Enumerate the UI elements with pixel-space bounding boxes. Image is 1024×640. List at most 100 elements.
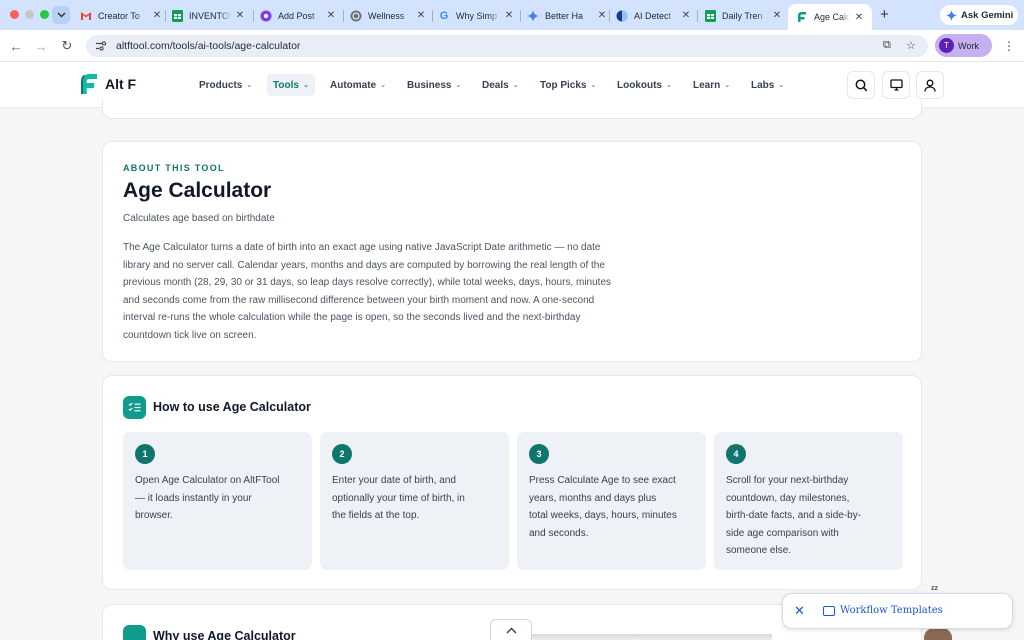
browser-tab[interactable]: Wellness ✕: [350, 5, 426, 26]
checklist-icon: [123, 396, 146, 419]
bottom-overlay-bar: [510, 634, 772, 640]
description-line: The Age Calculator turns a date of birth…: [123, 242, 601, 253]
browser-tab[interactable]: INVENTOR ✕: [171, 5, 245, 26]
close-tab-icon[interactable]: ✕: [772, 10, 782, 21]
chevron-down-icon: ⌄: [380, 82, 386, 89]
altf-icon: [796, 11, 808, 23]
description-line: library and no server call. Calendar yea…: [123, 259, 605, 271]
howto-card: How to use Age Calculator 1 Open Age Cal…: [102, 375, 922, 590]
chevron-down-icon: [56, 12, 66, 18]
page-subtitle: Calculates age based on birthdate: [123, 213, 275, 224]
scroll-to-top-button[interactable]: [490, 619, 532, 640]
tab-search-button[interactable]: [52, 6, 70, 24]
nav-top-picks[interactable]: Top Picks ⌄: [540, 74, 596, 96]
gmail-icon: [80, 10, 92, 22]
purple-app-icon: [260, 10, 272, 22]
browser-tab[interactable]: AI Detect ✕: [616, 5, 691, 26]
search-icon: [855, 79, 867, 91]
workflow-templates-label: Workflow Templates: [840, 605, 943, 616]
more-menu-icon[interactable]: ⋮: [1003, 39, 1015, 53]
avatar: T: [939, 38, 954, 53]
chevron-down-icon: ⌄: [590, 82, 597, 89]
nav-products[interactable]: Products ⌄: [199, 74, 252, 96]
nav-label: Labs: [751, 79, 775, 91]
close-tab-icon[interactable]: ✕: [504, 10, 514, 21]
tab-title: Add Post: [278, 10, 315, 21]
description-line: countdown tick live on screen.: [123, 329, 257, 341]
close-tab-icon[interactable]: ✕: [416, 10, 426, 21]
close-tab-icon[interactable]: ✕: [152, 10, 162, 21]
browser-tab[interactable]: Add Post ✕: [260, 5, 336, 26]
close-tab-icon[interactable]: ✕: [326, 10, 336, 21]
nav-labs[interactable]: Labs ⌄: [751, 74, 784, 96]
nav-label: Lookouts: [617, 79, 662, 91]
chevron-down-icon: ⌄: [246, 82, 253, 89]
wellness-icon: [350, 10, 362, 22]
tab-title: Creator To: [98, 10, 140, 21]
tab-separator: [343, 10, 344, 22]
tab-title: Wellness: [368, 10, 405, 21]
tab-separator: [432, 10, 433, 22]
profile-name: Work: [958, 40, 979, 51]
search-button[interactable]: [847, 71, 875, 99]
browser-tab[interactable]: G Why Simp ✕: [438, 5, 514, 26]
ask-gemini-button[interactable]: Ask Gemini: [940, 5, 1018, 25]
nav-tools[interactable]: Tools ⌄: [267, 74, 315, 96]
site-logo[interactable]: Alt F: [79, 73, 136, 95]
tab-separator: [165, 10, 166, 22]
sheets-icon: [171, 9, 183, 22]
desktop-app-button[interactable]: [882, 71, 910, 99]
chevron-up-icon: [505, 626, 517, 634]
step-line: countdown, day milestones,: [726, 492, 850, 504]
close-tab-icon[interactable]: ✕: [854, 12, 864, 23]
nav-lookouts[interactable]: Lookouts ⌄: [617, 74, 672, 96]
step-card: 3 Press Calculate Age to see exact years…: [517, 432, 706, 570]
tab-title: AI Detect: [634, 10, 672, 21]
address-bar[interactable]: altftool.com/tools/ai-tools/age-calculat…: [86, 35, 928, 57]
new-tab-button[interactable]: +: [880, 6, 889, 23]
account-button[interactable]: [916, 71, 944, 99]
profile-button[interactable]: T Work: [935, 34, 992, 57]
browser-tab[interactable]: Creator To ✕: [80, 5, 162, 26]
nav-deals[interactable]: Deals ⌄: [482, 74, 519, 96]
nav-learn[interactable]: Learn ⌄: [693, 74, 730, 96]
mascot-image[interactable]: [924, 628, 952, 640]
tab-title: Better Ha: [545, 10, 584, 21]
step-number: 1: [135, 444, 155, 464]
nav-business[interactable]: Business ⌄: [407, 74, 461, 96]
step-text: Open Age Calculator on AltFTool — it loa…: [135, 472, 303, 525]
chevron-down-icon: ⌄: [455, 82, 462, 89]
close-tab-icon[interactable]: ✕: [235, 10, 245, 21]
browser-tab-active[interactable]: Age Calcu ✕: [788, 4, 872, 30]
tab-separator: [520, 10, 521, 22]
ai-detector-icon: [616, 10, 628, 22]
gemini-icon: [946, 9, 957, 21]
chevron-down-icon: ⌄: [302, 82, 309, 89]
site-info-icon[interactable]: [94, 39, 108, 53]
reload-button[interactable]: ↻: [58, 37, 76, 55]
about-eyebrow: ABOUT THIS TOOL: [123, 163, 225, 173]
close-window-button[interactable]: [10, 10, 19, 19]
template-icon: [823, 606, 835, 616]
nav-label: Top Picks: [540, 79, 587, 91]
browser-tab[interactable]: Daily Tren ✕: [704, 5, 782, 26]
step-line: — it loads instantly in your: [135, 492, 252, 504]
forward-button[interactable]: →: [32, 37, 50, 55]
back-button[interactable]: ←: [7, 37, 25, 55]
gemini-icon: [527, 9, 539, 22]
close-tab-icon[interactable]: ✕: [681, 10, 691, 21]
workflow-templates-widget[interactable]: ✕ Workflow Templates: [782, 593, 1013, 629]
chevron-down-icon: ⌄: [666, 82, 672, 89]
ask-gemini-label: Ask Gemini: [961, 9, 1014, 21]
close-icon[interactable]: ✕: [794, 603, 805, 619]
browser-tab[interactable]: Better Ha ✕: [527, 5, 607, 26]
sleep-indicator: zz: [931, 585, 938, 592]
nav-automate[interactable]: Automate ⌄: [330, 74, 386, 96]
step-line: someone else.: [726, 545, 792, 556]
install-app-icon[interactable]: ⧉: [883, 39, 891, 52]
close-tab-icon[interactable]: ✕: [597, 10, 607, 21]
minimize-window-button[interactable]: [25, 10, 34, 19]
bookmark-star-icon[interactable]: ☆: [906, 39, 916, 52]
step-card: 2 Enter your date of birth, and optional…: [320, 432, 509, 570]
maximize-window-button[interactable]: [40, 10, 49, 19]
